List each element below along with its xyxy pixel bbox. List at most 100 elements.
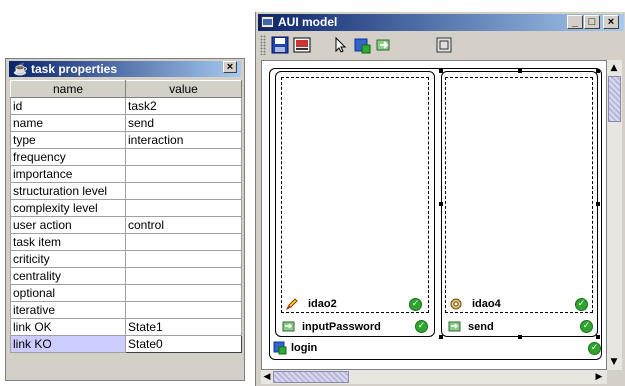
property-name: complexity level <box>10 199 126 217</box>
scroll-left-icon[interactable]: ◀ <box>261 371 273 383</box>
save-icon <box>271 36 289 54</box>
property-name: link OK <box>10 318 126 336</box>
task-properties-title-bar[interactable]: ☕ task properties <box>9 61 241 77</box>
vertical-scroll-thumb[interactable] <box>608 76 621 122</box>
properties-table: name value id task2 name send type interactio… <box>10 80 242 353</box>
property-value[interactable]: task2 <box>125 97 242 115</box>
table-row[interactable]: type interaction <box>10 131 242 149</box>
property-name: criticity <box>10 250 126 268</box>
property-value[interactable]: send <box>125 114 242 132</box>
property-value[interactable] <box>125 267 242 285</box>
properties-table-body: id task2 name send type interaction frequency i… <box>10 97 242 353</box>
model-canvas[interactable]: login ✓ idao2 ✓ inputPassword ✓ idao4 ✓ <box>261 60 607 370</box>
property-value[interactable]: control <box>125 216 242 234</box>
add-task-icon <box>354 38 371 54</box>
property-name: centrality <box>10 267 126 285</box>
add-task-button[interactable] <box>352 35 372 55</box>
gear-icon <box>450 298 462 310</box>
vertical-scrollbar[interactable]: ▲ ▼ <box>607 60 622 370</box>
table-row[interactable]: iterative <box>10 301 242 319</box>
frame-button[interactable] <box>434 35 454 55</box>
frame-icon <box>436 37 452 53</box>
toolbar <box>258 32 624 58</box>
toolbar-grip[interactable] <box>260 35 266 55</box>
resize-handle[interactable] <box>596 202 600 206</box>
property-value[interactable] <box>125 301 242 319</box>
resize-handle[interactable] <box>439 69 443 73</box>
scroll-up-icon[interactable]: ▲ <box>608 62 620 74</box>
table-header-row: name value <box>10 80 242 98</box>
container-label: send <box>468 321 494 333</box>
close-button[interactable]: × <box>603 15 619 29</box>
property-name: structuration level <box>10 182 126 200</box>
maximize-button[interactable]: □ <box>584 15 600 29</box>
pencil-icon <box>285 298 298 311</box>
table-row[interactable]: name send <box>10 114 242 132</box>
close-button[interactable]: × <box>223 61 237 73</box>
resize-handle[interactable] <box>518 69 522 73</box>
pointer-button[interactable] <box>330 35 350 55</box>
minimize-button[interactable]: _ <box>567 15 583 29</box>
table-row[interactable]: user action control <box>10 216 242 234</box>
interaction-object-idao4[interactable] <box>445 77 593 313</box>
image-button[interactable] <box>292 35 312 55</box>
property-value[interactable] <box>125 182 242 200</box>
link-icon <box>376 39 390 51</box>
property-name: importance <box>10 165 126 183</box>
column-header-value[interactable]: value <box>125 80 242 98</box>
image-icon <box>293 37 311 53</box>
property-value[interactable] <box>125 165 242 183</box>
table-row[interactable]: task item <box>10 233 242 251</box>
resize-handle[interactable] <box>439 202 443 206</box>
property-name: frequency <box>10 148 126 166</box>
property-value[interactable] <box>125 233 242 251</box>
property-name: name <box>10 114 126 132</box>
property-value[interactable]: State1 <box>125 318 242 336</box>
horizontal-scrollbar[interactable]: ◀ ▶ <box>261 370 607 384</box>
link-button[interactable] <box>374 35 394 55</box>
property-name: type <box>10 131 126 149</box>
check-icon: ✓ <box>575 298 588 311</box>
check-icon: ✓ <box>588 342 601 355</box>
table-row[interactable]: complexity level <box>10 199 242 217</box>
pointer-icon <box>335 36 347 53</box>
table-row[interactable]: optional <box>10 284 242 302</box>
property-value[interactable] <box>125 199 242 217</box>
horizontal-scroll-thumb[interactable] <box>273 371 349 383</box>
table-row[interactable]: centrality <box>10 267 242 285</box>
java-cup-icon: ☕ <box>13 62 28 76</box>
interaction-object-idao2[interactable] <box>281 77 429 313</box>
table-row[interactable]: id task2 <box>10 97 242 115</box>
resize-handle[interactable] <box>439 335 443 339</box>
check-icon: ✓ <box>415 320 428 333</box>
interaction-object-label: idao4 <box>472 298 501 310</box>
property-value[interactable]: State0 <box>125 335 242 353</box>
table-row[interactable]: criticity <box>10 250 242 268</box>
property-value[interactable]: interaction <box>125 131 242 149</box>
interaction-object-label: idao2 <box>308 298 337 310</box>
container-label: inputPassword <box>302 321 381 333</box>
window-app-icon <box>261 16 274 28</box>
column-header-name[interactable]: name <box>10 80 126 98</box>
property-value[interactable] <box>125 250 242 268</box>
property-name: iterative <box>10 301 126 319</box>
scroll-right-icon[interactable]: ▶ <box>593 371 605 383</box>
property-name: optional <box>10 284 126 302</box>
table-row[interactable]: link OK State1 <box>10 318 242 336</box>
table-row[interactable]: importance <box>10 165 242 183</box>
table-row[interactable]: link KO State0 <box>10 335 242 353</box>
table-row[interactable]: structuration level <box>10 182 242 200</box>
property-name: user action <box>10 216 126 234</box>
resize-handle[interactable] <box>596 335 600 339</box>
property-name: task item <box>10 233 126 251</box>
check-icon: ✓ <box>580 320 593 333</box>
property-value[interactable] <box>125 284 242 302</box>
scroll-down-icon[interactable]: ▼ <box>608 356 620 368</box>
resize-handle[interactable] <box>596 69 600 73</box>
save-button[interactable] <box>270 35 290 55</box>
table-row[interactable]: frequency <box>10 148 242 166</box>
property-value[interactable] <box>125 148 242 166</box>
resize-handle[interactable] <box>518 335 522 339</box>
aui-model-title: AUI model <box>278 15 338 29</box>
task-properties-window: ☕ task properties × name value id task2 na… <box>5 58 245 381</box>
